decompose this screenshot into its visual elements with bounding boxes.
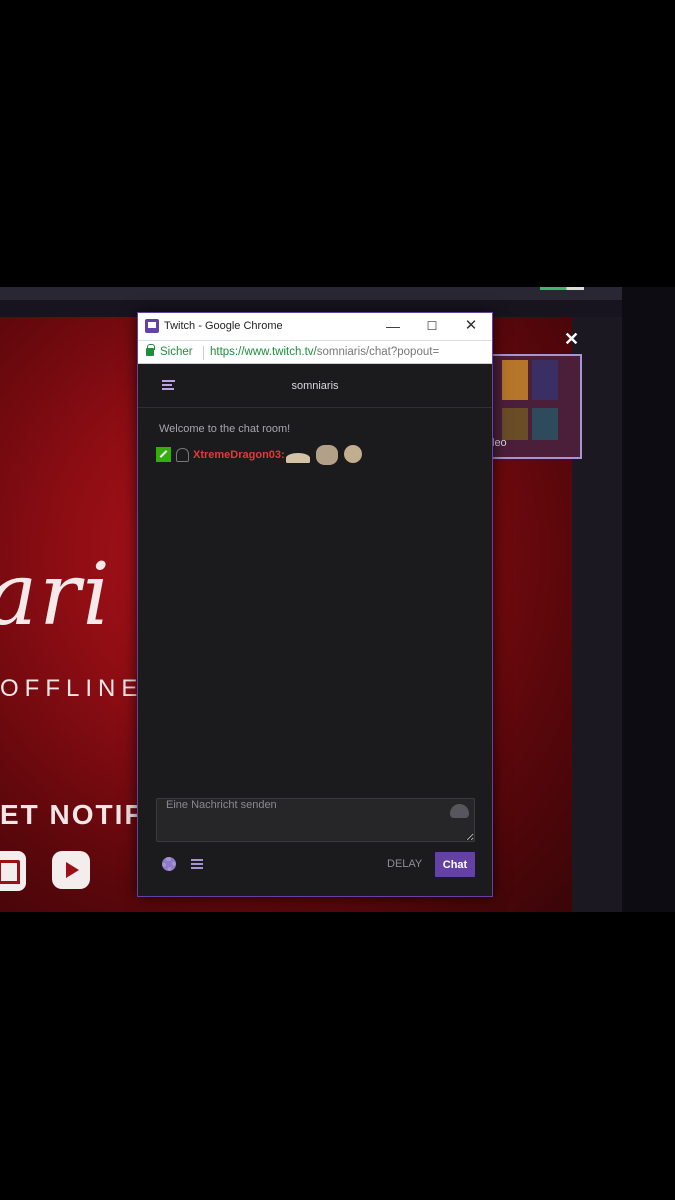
chat-popup-window: Twitch - Google Chrome — ☐ ✕ Sicher http… (137, 312, 493, 897)
viewer-list-icon[interactable] (191, 859, 203, 869)
chat-username[interactable]: XtremeDragon03: (193, 449, 285, 461)
chat-send-button[interactable]: Chat (435, 852, 475, 877)
thumb-tile (532, 408, 558, 440)
delay-label: DELAY (387, 858, 423, 870)
channel-name: somniaris (291, 380, 339, 392)
moderator-badge-icon[interactable] (156, 447, 171, 462)
chat-line: XtremeDragon03: (156, 445, 476, 465)
welcome-message: Welcome to the chat room! (159, 423, 291, 435)
close-icon[interactable]: ✕ (564, 329, 579, 350)
topbar-accent (540, 287, 584, 290)
lock-icon[interactable] (146, 344, 155, 356)
chat-header: somniaris (138, 364, 492, 408)
thumb-tile (532, 360, 558, 400)
emote-icon[interactable] (286, 453, 310, 463)
chat-input-container (156, 798, 475, 842)
twitch-icon[interactable] (0, 851, 26, 891)
background-top-bar (0, 287, 622, 300)
address-separator (203, 346, 204, 360)
chat-input[interactable] (157, 799, 474, 841)
video-label: leo (492, 437, 507, 449)
twitch-icon (145, 319, 159, 333)
window-titlebar[interactable]: Twitch - Google Chrome — ☐ ✕ (138, 313, 492, 340)
maximize-button[interactable]: ☐ (419, 315, 445, 337)
emote-icon[interactable] (316, 445, 338, 465)
window-title: Twitch - Google Chrome (164, 320, 283, 332)
address-bar[interactable]: Sicher https://www.twitch.tv/somniaris/c… (138, 340, 492, 364)
minimize-button[interactable]: — (380, 315, 406, 337)
banner-logo-text: ari (0, 545, 112, 645)
thumb-tile (502, 360, 528, 400)
gear-icon[interactable] (162, 857, 176, 871)
background-right-column (622, 287, 675, 912)
emote-picker-icon[interactable] (450, 804, 469, 818)
thumb-tile (502, 408, 528, 440)
url-host: https://www.twitch.tv/ (210, 346, 317, 358)
secure-label[interactable]: Sicher (160, 346, 193, 358)
banner-offline-text: OFFLINE (0, 675, 144, 702)
url-path: somniaris/chat?popout= (316, 346, 440, 358)
close-button[interactable]: ✕ (458, 315, 484, 337)
url-text[interactable]: https://www.twitch.tv/somniaris/chat?pop… (210, 346, 439, 358)
subscriber-badge-icon[interactable] (176, 448, 189, 462)
emote-icon[interactable] (344, 445, 362, 463)
chat-message-list: Welcome to the chat room! XtremeDragon03… (138, 409, 492, 789)
youtube-icon[interactable] (52, 851, 90, 889)
